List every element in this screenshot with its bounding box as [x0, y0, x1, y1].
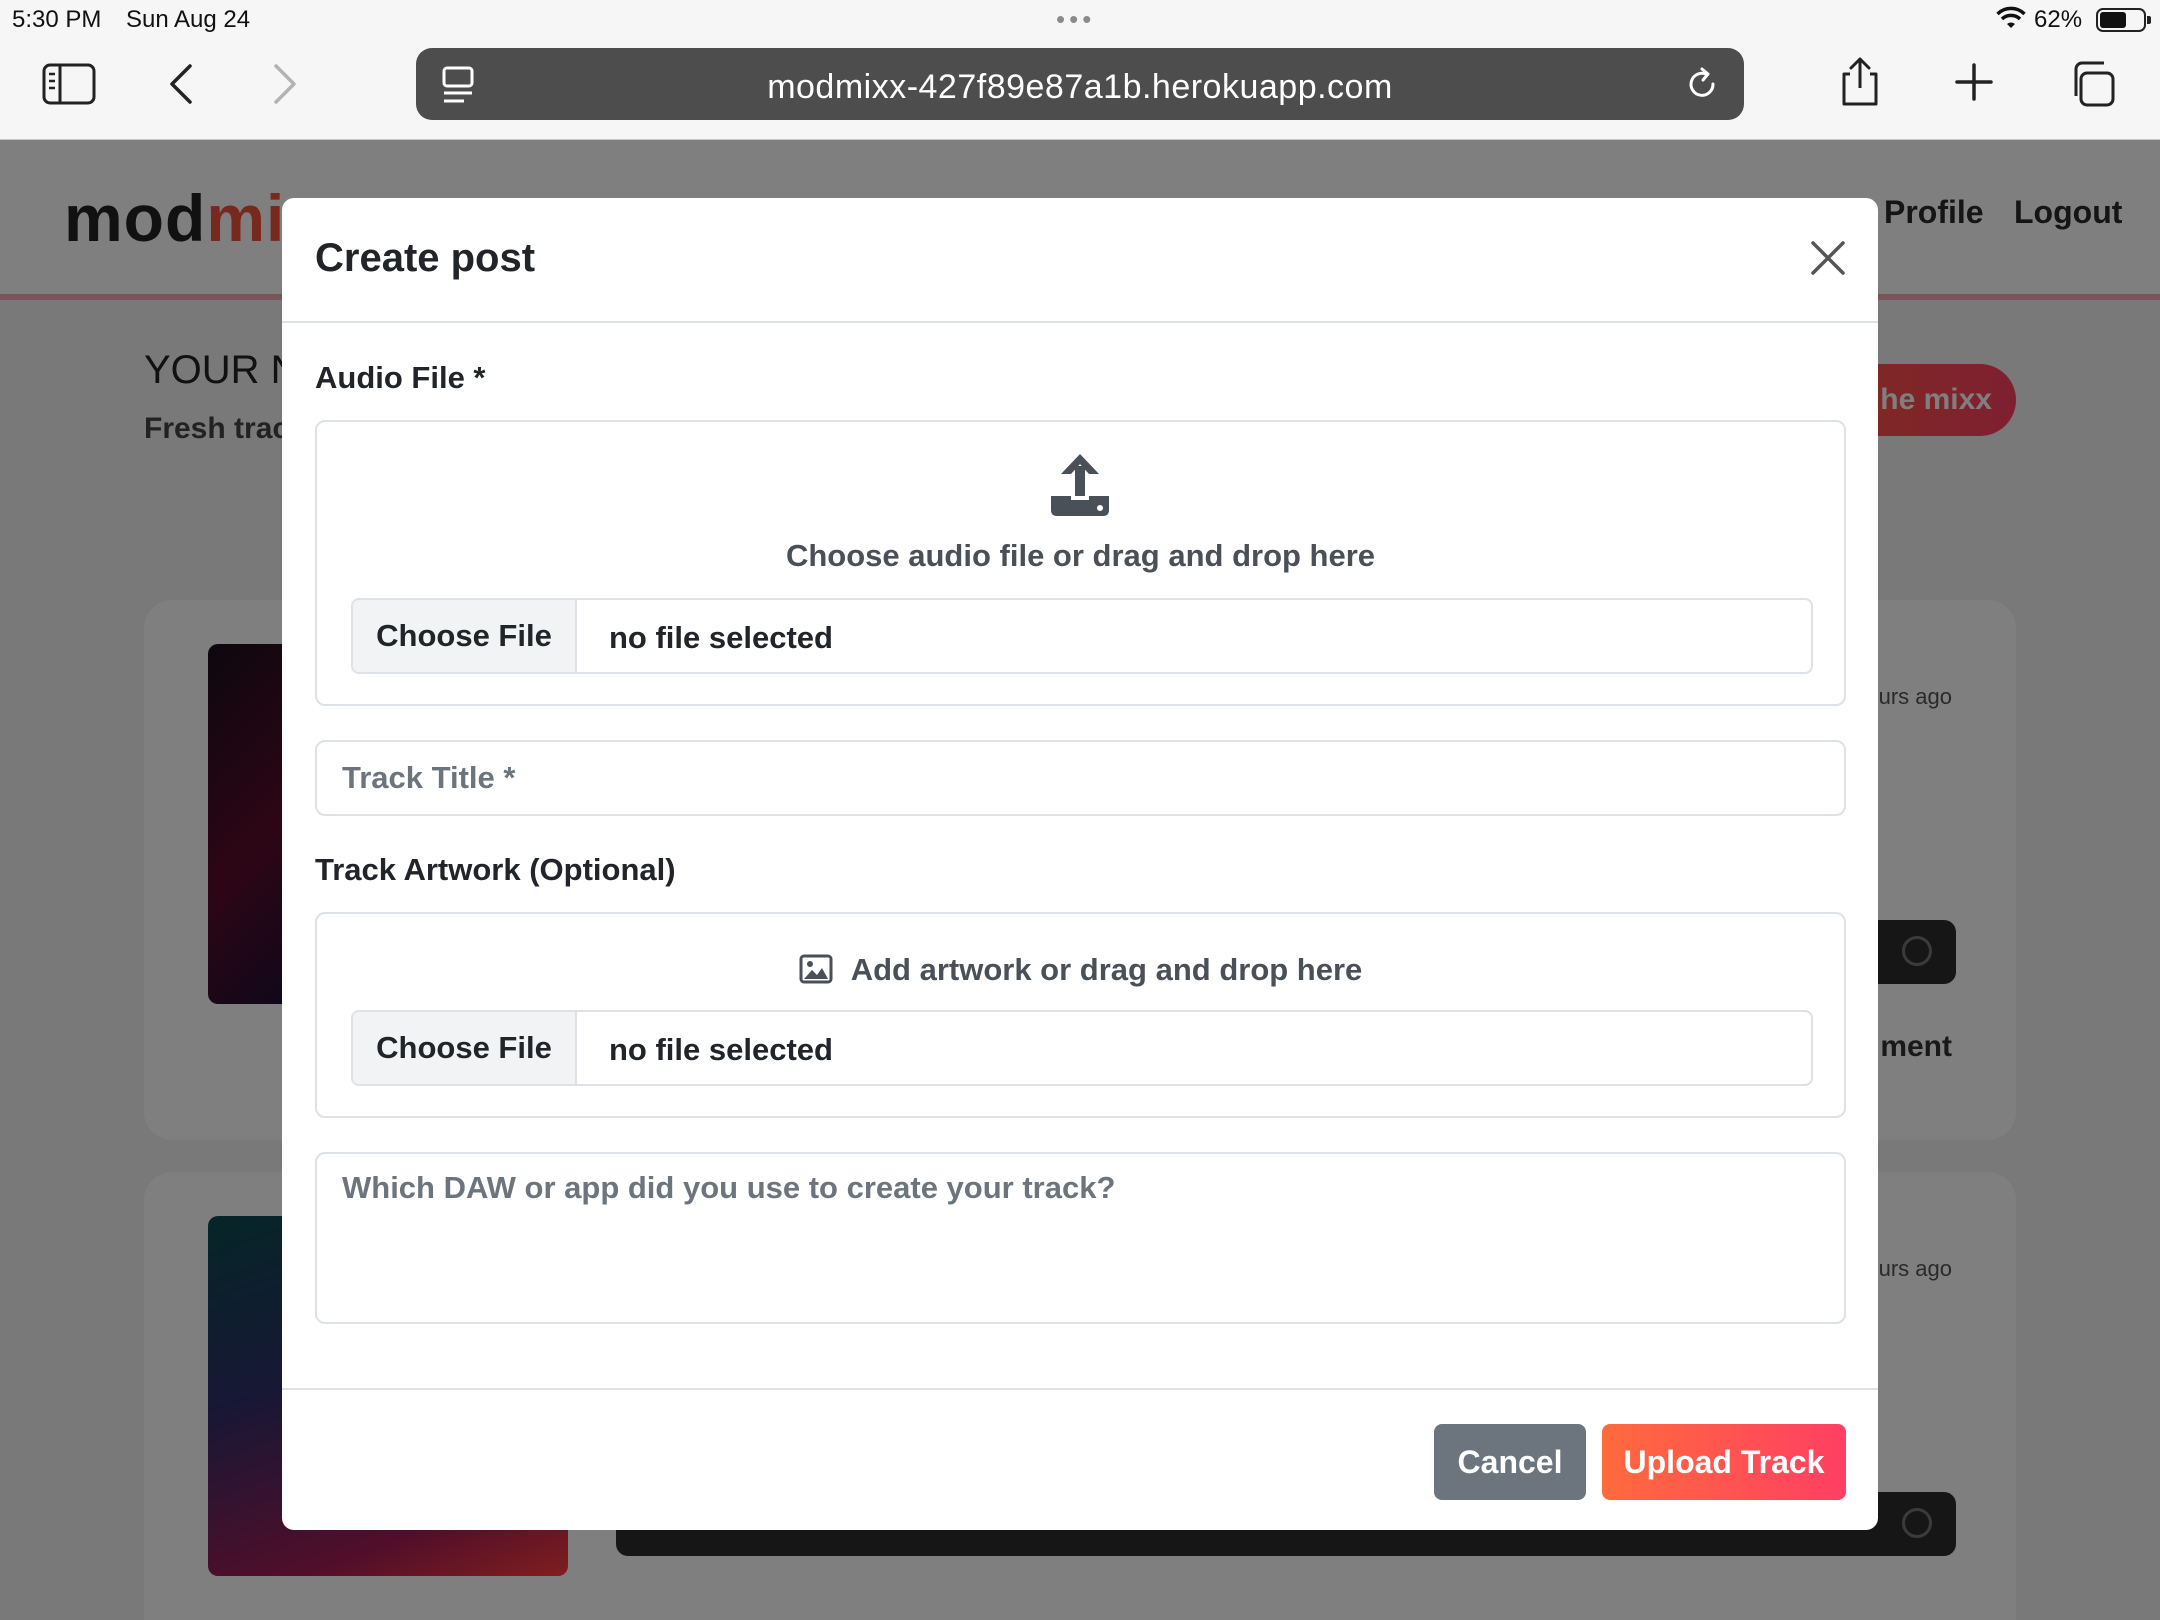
- new-tab-icon[interactable]: [1954, 62, 1994, 102]
- artwork-dropzone-row: Add artwork or drag and drop here: [317, 952, 1844, 988]
- status-date: Sun Aug 24: [126, 6, 251, 33]
- create-post-modal: Create post Audio File * Choose audio fi…: [282, 198, 1878, 1530]
- modal-footer: Cancel Upload Track: [282, 1388, 1878, 1530]
- close-icon[interactable]: [1808, 238, 1848, 278]
- upload-icon: [1051, 454, 1109, 516]
- upload-track-button[interactable]: Upload Track: [1602, 1424, 1846, 1500]
- artwork-label: Track Artwork (Optional): [315, 852, 676, 887]
- battery-percent: 62%: [2034, 6, 2083, 33]
- status-bar: 5:30 PM Sun Aug 24 ••• 62%: [0, 0, 2160, 40]
- tabs-icon[interactable]: [2068, 60, 2116, 108]
- forward-icon[interactable]: [270, 62, 300, 106]
- audio-file-label: Audio File *: [315, 360, 486, 395]
- url-text: modmixx-427f89e87a1b.herokuapp.com: [767, 68, 1393, 106]
- artwork-file-input[interactable]: Choose File no file selected: [351, 1010, 1813, 1086]
- wifi-icon: [1996, 6, 2026, 28]
- audio-dropzone-text: Choose audio file or drag and drop here: [785, 538, 1376, 573]
- artwork-choose-file-button[interactable]: Choose File: [353, 1012, 577, 1084]
- modal-title: Create post: [315, 236, 536, 280]
- audio-dropzone[interactable]: Choose audio file or drag and drop here …: [315, 420, 1846, 706]
- audio-file-input[interactable]: Choose File no file selected: [351, 598, 1813, 674]
- artwork-dropzone-text: Add artwork or drag and drop here: [850, 952, 1363, 987]
- battery-icon: [2096, 8, 2151, 32]
- artwork-dropzone[interactable]: Add artwork or drag and drop here Choose…: [315, 912, 1846, 1118]
- track-title-input[interactable]: [315, 740, 1846, 816]
- address-bar[interactable]: modmixx-427f89e87a1b.herokuapp.com: [416, 48, 1744, 120]
- image-icon: [799, 954, 833, 984]
- reload-icon[interactable]: [1682, 64, 1722, 104]
- back-icon[interactable]: [166, 62, 196, 106]
- status-time: 5:30 PM: [12, 6, 102, 33]
- audio-choose-file-button[interactable]: Choose File: [353, 600, 577, 672]
- artwork-file-status: no file selected: [609, 1032, 833, 1067]
- multitasking-dots-icon[interactable]: •••: [1056, 4, 1095, 35]
- modal-header: Create post: [282, 198, 1878, 323]
- cancel-button[interactable]: Cancel: [1434, 1424, 1586, 1500]
- sidebar-icon[interactable]: [42, 62, 96, 106]
- browser-toolbar: modmixx-427f89e87a1b.herokuapp.com: [0, 40, 2160, 140]
- daw-textarea[interactable]: [315, 1152, 1846, 1324]
- share-icon[interactable]: [1838, 56, 1882, 108]
- audio-file-status: no file selected: [609, 620, 833, 655]
